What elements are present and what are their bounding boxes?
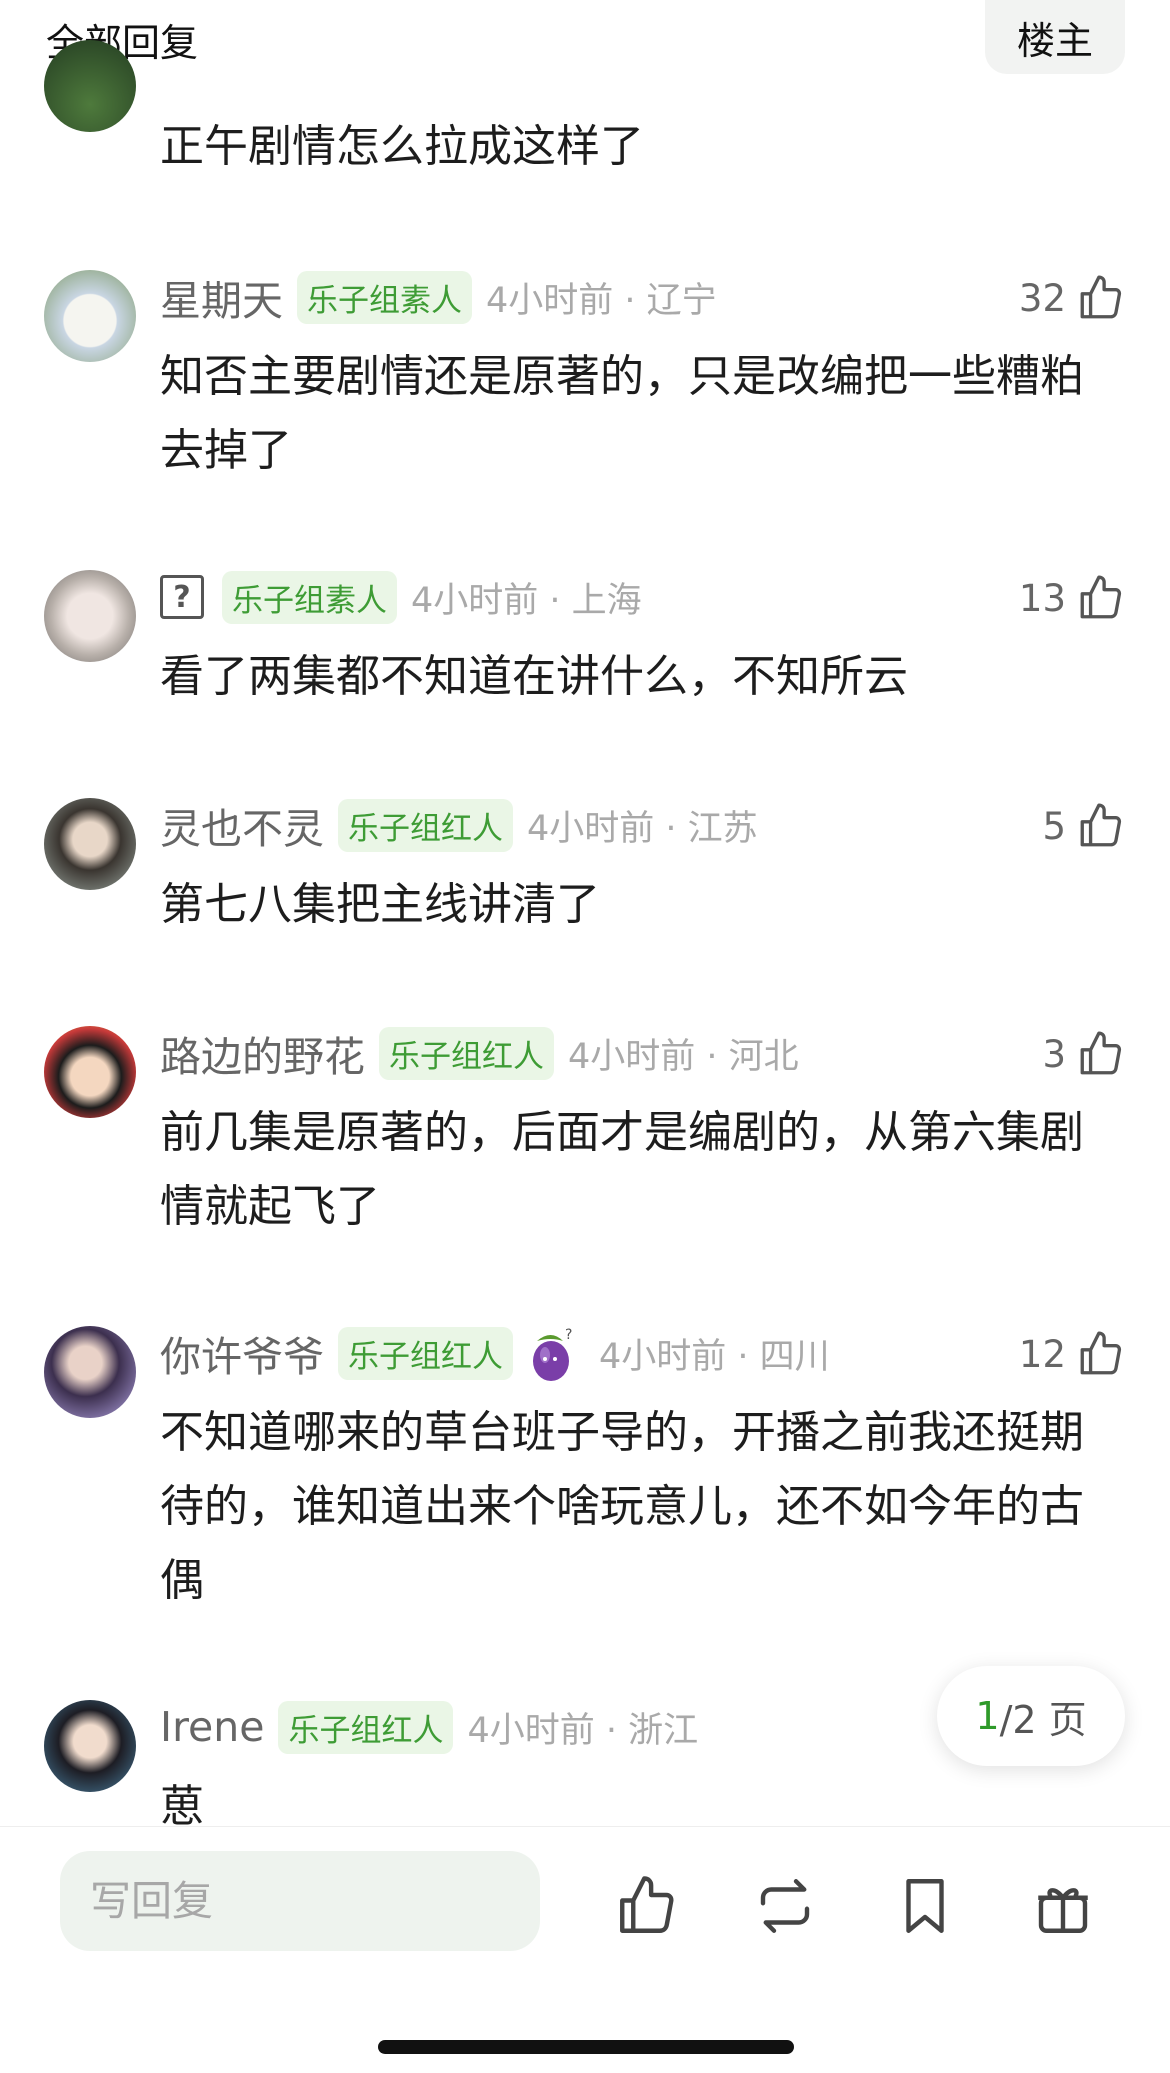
thumbs-up-icon[interactable] xyxy=(614,1873,680,1939)
user-badge: 乐子组红人 xyxy=(278,1700,454,1754)
comment-time: 4小时前 · 江苏 xyxy=(527,808,758,849)
comment-time: 4小时前 · 四川 xyxy=(599,1336,830,1377)
eggplant-icon: ? xyxy=(533,1327,572,1381)
like-count: 32 xyxy=(1018,276,1066,320)
comment-meta: 灵也不灵 乐子组红人 4小时前 · 江苏 xyxy=(160,795,758,855)
comment-time: 4小时前 · 辽宁 xyxy=(486,280,717,321)
username[interactable]: 路边的野花 xyxy=(160,1023,365,1083)
user-badge: 乐子组红人 xyxy=(338,798,513,852)
avatar[interactable] xyxy=(44,1026,136,1118)
comment-time: 4小时前 · 浙江 xyxy=(467,1710,699,1751)
user-badge: 乐子组红人 xyxy=(379,1026,554,1080)
like-count: 5 xyxy=(1042,804,1066,848)
comment-meta: Irene 乐子组红人 4小时前 · 浙江 xyxy=(160,1700,698,1754)
user-badge: 乐子组素人 xyxy=(222,570,397,624)
comment-meta: 星期天 乐子组素人 4小时前 · 辽宁 xyxy=(160,267,717,327)
op-only-button[interactable]: 楼主 xyxy=(985,0,1125,74)
like-button[interactable]: 5 xyxy=(1042,798,1126,854)
comment-item: 正午剧情怎么拉成这样了 xyxy=(0,40,1170,206)
bookmark-icon[interactable] xyxy=(892,1873,958,1939)
comment-item: 路边的野花 乐子组红人 4小时前 · 河北 3 前几集是原著的，后面才是编剧的，… xyxy=(0,1026,1170,1266)
like-button[interactable]: 3 xyxy=(1042,1026,1126,1082)
svg-text:?: ? xyxy=(565,1327,572,1343)
thumbs-up-icon xyxy=(1080,575,1122,619)
comment-text: 前几集是原著的，后面才是编剧的，从第六集剧情就起飞了 xyxy=(160,1107,1084,1232)
comment-item: 灵也不灵 乐子组红人 4小时前 · 江苏 5 第七八集把主线讲清了 xyxy=(0,798,1170,958)
like-count: 12 xyxy=(1018,1332,1066,1376)
comment-text: 第七八集把主线讲清了 xyxy=(160,879,600,930)
bottom-action-bar xyxy=(0,1826,1170,2073)
like-count: 13 xyxy=(1018,576,1066,620)
home-indicator xyxy=(378,2040,794,2054)
comment-meta: 路边的野花 乐子组红人 4小时前 · 河北 xyxy=(160,1023,799,1083)
avatar[interactable] xyxy=(44,270,136,362)
username[interactable]: Irene xyxy=(160,1703,264,1751)
comment-meta: 你许爷爷 乐子组红人 ? 4小时前 · 四川 xyxy=(160,1323,830,1383)
like-button[interactable]: 32 xyxy=(1019,270,1126,326)
username[interactable]: 你许爷爷 xyxy=(160,1323,324,1383)
avatar[interactable] xyxy=(44,1326,136,1418)
repost-icon[interactable] xyxy=(752,1873,818,1939)
thumbs-up-icon xyxy=(1080,803,1122,847)
thumbs-up-icon xyxy=(1080,1031,1122,1075)
comment-time: 4小时前 · 河北 xyxy=(568,1036,799,1077)
reply-input[interactable] xyxy=(60,1851,540,1951)
username[interactable]: 灵也不灵 xyxy=(160,795,324,855)
thumbs-up-icon xyxy=(1080,1331,1122,1375)
comment-item: 星期天 乐子组素人 4小时前 · 辽宁 32 知否主要剧情还是原著的，只是改编把… xyxy=(0,270,1170,510)
comment-text: 知否主要剧情还是原著的，只是改编把一些糟粕去掉了 xyxy=(160,351,1084,476)
comment-text: 不知道哪来的草台班子导的，开播之前我还挺期待的，谁知道出来个啥玩意儿，还不如今年… xyxy=(160,1407,1084,1606)
thumbs-up-icon xyxy=(1080,275,1122,319)
like-button[interactable]: 12 xyxy=(1019,1326,1126,1382)
comment-text: 看了两集都不知道在讲什么，不知所云 xyxy=(160,651,908,702)
comment-page: 全部回复 楼主 正午剧情怎么拉成这样了 星期天 乐子组素人 4小时前 · 辽宁 … xyxy=(0,0,1170,2073)
avatar[interactable] xyxy=(44,1700,136,1792)
comment-time: 4小时前 · 上海 xyxy=(411,580,642,621)
comment-item: ? 乐子组素人 4小时前 · 上海 13 看了两集都不知道在讲什么，不知所云 xyxy=(0,570,1170,730)
comment-meta: ? 乐子组素人 4小时前 · 上海 xyxy=(160,570,642,624)
page-indicator[interactable]: 1 /2 页 xyxy=(937,1666,1125,1766)
header: 全部回复 楼主 xyxy=(0,0,1170,80)
gift-icon[interactable] xyxy=(1030,1873,1096,1939)
avatar[interactable] xyxy=(44,40,136,132)
user-badge: 乐子组红人 xyxy=(338,1326,513,1380)
comment-text: 正午剧情怎么拉成这样了 xyxy=(160,121,644,172)
unknown-avatar-icon: ? xyxy=(160,575,204,619)
comment-text: 葸 xyxy=(160,1781,204,1826)
avatar[interactable] xyxy=(44,570,136,662)
page-total: /2 页 xyxy=(999,1697,1087,1742)
avatar[interactable] xyxy=(44,798,136,890)
user-badge: 乐子组素人 xyxy=(297,270,472,324)
like-button[interactable]: 13 xyxy=(1019,570,1126,626)
comment-item: 你许爷爷 乐子组红人 ? 4小时前 · 四川 12 不知道哪来的草台班子导的，开… xyxy=(0,1326,1170,1636)
username[interactable]: 星期天 xyxy=(160,267,283,327)
like-count: 3 xyxy=(1042,1032,1066,1076)
page-current: 1 xyxy=(975,1694,1000,1738)
